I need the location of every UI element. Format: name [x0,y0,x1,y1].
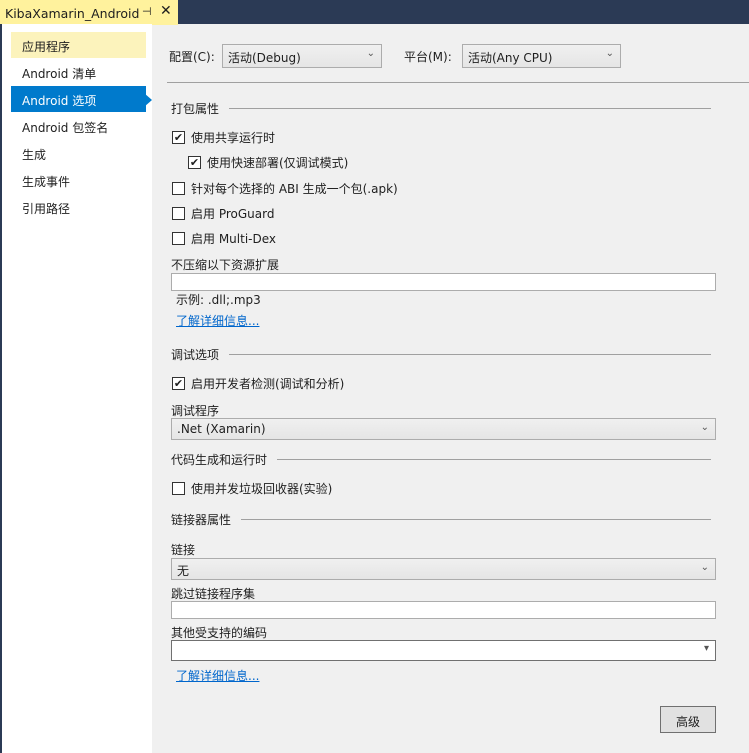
checkbox-unchecked-icon [172,182,185,195]
sidebar: 应用程序 Android 清单 Android 选项 Android 包签名 生… [0,24,152,753]
chevron-down-icon: ▾ [703,643,709,654]
proguard-checkbox[interactable]: 启用 ProGuard [172,205,274,222]
learn-more-link[interactable]: 了解详细信息... [176,312,259,329]
linker-learn-more-link[interactable]: 了解详细信息... [176,667,259,684]
config-select[interactable]: 活动(Debug) ⌄ [222,44,382,68]
checkbox-unchecked-icon [172,207,185,220]
chevron-down-icon: ⌄ [366,48,375,59]
platform-label: 平台(M): [404,50,452,64]
encodings-label: 其他受支持的编码 [171,626,268,640]
sidebar-item-android-options[interactable]: Android 选项 [11,86,146,112]
config-label: 配置(C): [169,50,215,64]
chevron-down-icon: ⌄ [700,562,709,573]
selection-arrow-icon [144,93,152,107]
section-title: 调试选项 [171,348,220,362]
advanced-button[interactable]: 高级 [660,706,716,733]
sidebar-item-android-manifest[interactable]: Android 清单 [11,59,146,85]
divider [167,82,749,83]
checkbox-checked-icon: ✔ [188,156,201,169]
checkbox-unchecked-icon [172,482,185,495]
checkbox-label: 启用 Multi-Dex [191,232,276,246]
per-abi-checkbox[interactable]: 针对每个选择的 ABI 生成一个包(.apk) [172,180,398,197]
pin-icon[interactable]: ⊣ [142,5,152,18]
example-text: 示例: .dll;.mp3 [176,293,261,307]
platform-select[interactable]: 活动(Any CPU) ⌄ [462,44,621,68]
document-tab[interactable]: KibaXamarin_Android ⊣ ✕ [0,0,178,25]
checkbox-checked-icon: ✔ [172,131,185,144]
chevron-down-icon: ⌄ [700,422,709,433]
sidebar-item-reference-paths[interactable]: 引用路径 [11,194,146,220]
no-compress-label: 不压缩以下资源扩展 [171,258,280,272]
chevron-down-icon: ⌄ [605,48,614,59]
checkbox-label: 使用并发垃圾回收器(实验) [191,482,333,496]
no-compress-input[interactable] [171,273,716,291]
tab-title: KibaXamarin_Android [5,6,140,21]
section-title: 代码生成和运行时 [171,453,268,467]
section-title: 打包属性 [171,102,220,116]
section-packaging: 打包属性 [171,100,711,117]
platform-value: 活动(Any CPU) [468,51,553,65]
multidex-checkbox[interactable]: 启用 Multi-Dex [172,230,276,247]
section-codegen: 代码生成和运行时 [171,451,711,468]
checkbox-label: 使用共享运行时 [191,131,276,145]
sidebar-item-build[interactable]: 生成 [11,140,146,166]
link-label: 链接 [171,543,196,557]
link-value: 无 [177,564,190,578]
checkbox-label: 针对每个选择的 ABI 生成一个包(.apk) [191,182,398,196]
checkbox-label: 启用开发者检测(调试和分析) [191,377,345,391]
section-linker: 链接器属性 [171,511,711,528]
skip-assemblies-label: 跳过链接程序集 [171,587,256,601]
close-icon[interactable]: ✕ [160,3,172,19]
concurrent-gc-checkbox[interactable]: 使用并发垃圾回收器(实验) [172,480,332,497]
debugger-value: .Net (Xamarin) [177,422,266,436]
checkbox-label: 使用快速部署(仅调试模式) [207,156,349,170]
fast-deploy-checkbox[interactable]: ✔ 使用快速部署(仅调试模式) [188,154,348,171]
shared-runtime-checkbox[interactable]: ✔ 使用共享运行时 [172,129,275,146]
encodings-select[interactable]: ▾ [171,640,716,661]
debugger-select[interactable]: .Net (Xamarin) ⌄ [171,418,716,440]
skip-assemblies-input[interactable] [171,601,716,619]
section-title: 链接器属性 [171,513,232,527]
checkbox-label: 启用 ProGuard [191,207,275,221]
sidebar-item-android-signing[interactable]: Android 包签名 [11,113,146,139]
debugger-label: 调试程序 [171,404,220,418]
config-value: 活动(Debug) [228,51,301,65]
sidebar-item-application[interactable]: 应用程序 [11,32,146,58]
sidebar-item-build-events[interactable]: 生成事件 [11,167,146,193]
checkbox-checked-icon: ✔ [172,377,185,390]
link-select[interactable]: 无 ⌄ [171,558,716,580]
checkbox-unchecked-icon [172,232,185,245]
section-debug: 调试选项 [171,346,711,363]
dev-instrumentation-checkbox[interactable]: ✔ 启用开发者检测(调试和分析) [172,375,344,392]
